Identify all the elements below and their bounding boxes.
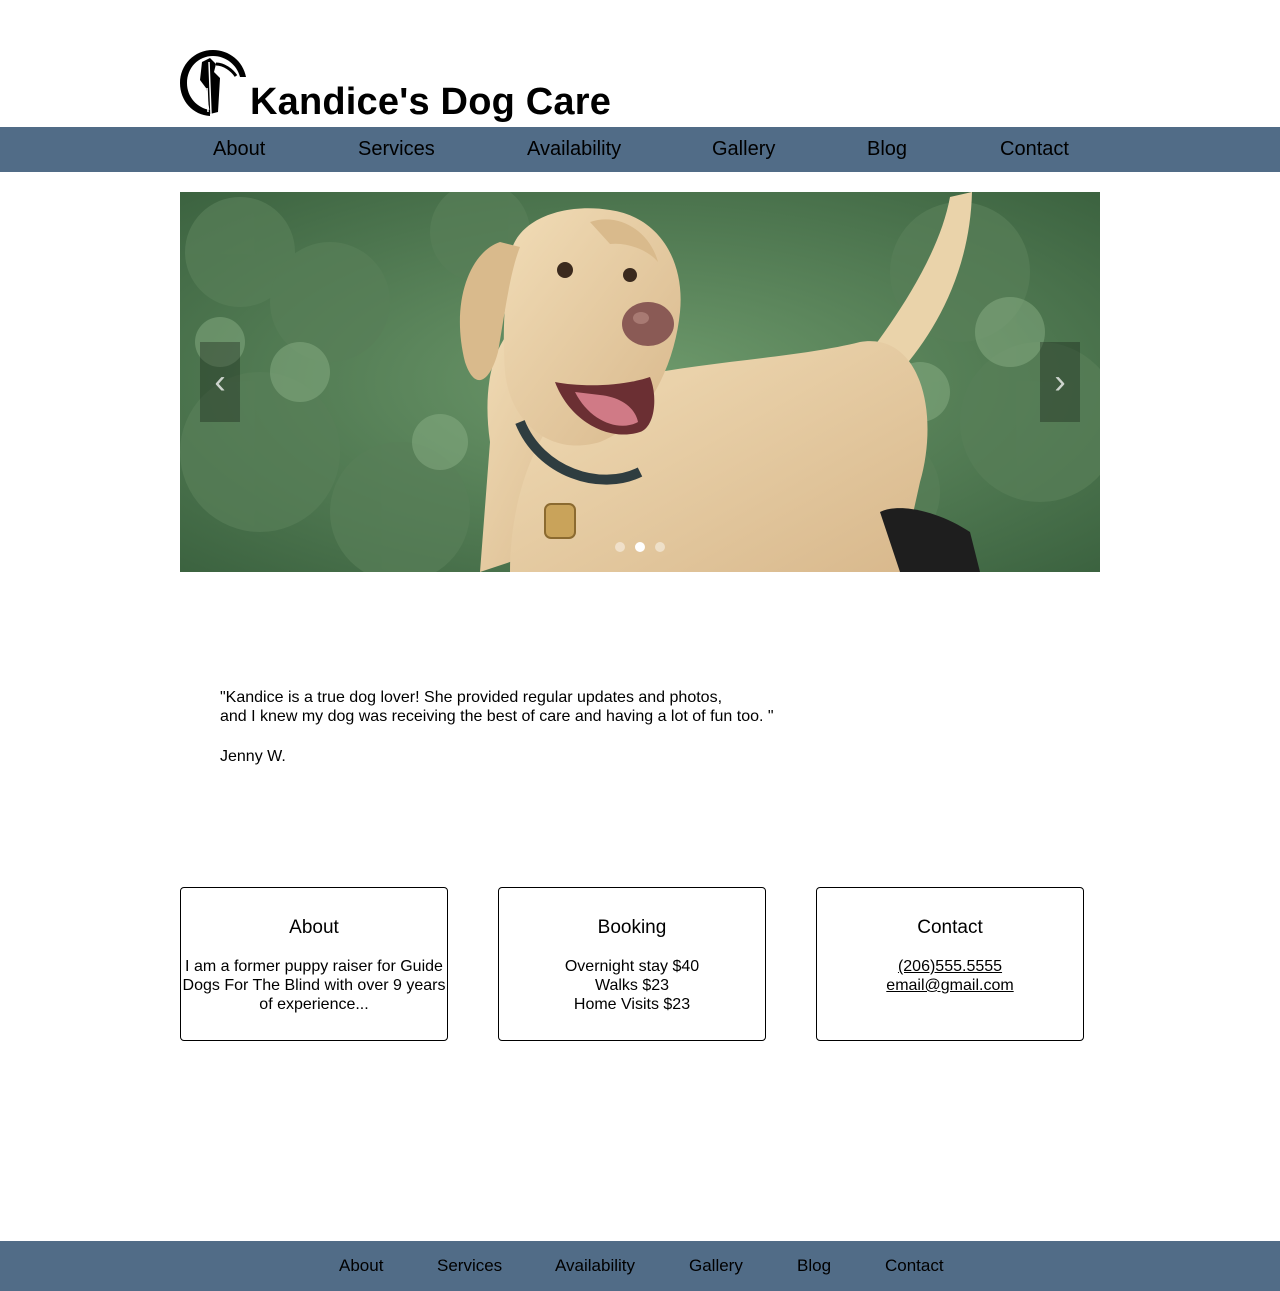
booking-price-overnight: Overnight stay $40 [564,958,700,975]
dog-silhouette-icon[interactable] [180,48,246,118]
footer-nav-gallery[interactable]: Gallery [689,1241,743,1291]
nav-about[interactable]: About [213,127,265,172]
nav-blog[interactable]: Blog [867,127,907,172]
contact-card: Contact (206)555.5555 email@gmail.com [816,887,1084,1041]
footer-nav: About Services Availability Gallery Blog… [0,1241,1280,1291]
testimonial-author: Jenny W. [220,748,286,765]
slider-dots [615,542,665,552]
contact-card-title: Contact [917,917,983,938]
slider-dot-1[interactable] [615,542,625,552]
booking-price-home-visits: Home Visits $23 [573,996,691,1013]
site-title: Kandice's Dog Care [250,81,612,123]
site-header: Kandice's Dog Care [0,0,1280,127]
footer-nav-contact[interactable]: Contact [885,1241,944,1291]
about-card: About I am a former puppy raiser for Gui… [180,887,448,1041]
about-card-text: I am a former puppy raiser for Guide Dog… [182,958,446,1013]
slider-dot-2[interactable] [635,542,645,552]
testimonial-line: "Kandice is a true dog lover! She provid… [220,689,723,706]
booking-price-walks: Walks $23 [594,977,670,994]
booking-card-title: Booking [597,917,667,938]
booking-card-body: Overnight stay $40 Walks $23 Home Visits… [499,957,765,1014]
dog-photo [180,192,1100,572]
footer-nav-services[interactable]: Services [437,1241,502,1291]
chevron-left-icon: ‹ [214,363,226,401]
nav-contact[interactable]: Contact [1000,127,1069,172]
slider-prev-button[interactable]: ‹ [200,342,240,422]
testimonial-line: and I knew my dog was receiving the best… [220,708,774,725]
testimonial-quote: "Kandice is a true dog lover! She provid… [220,688,920,726]
contact-phone-link[interactable]: (206)555.5555 [817,957,1083,976]
chevron-right-icon: › [1054,363,1066,401]
main-nav: About Services Availability Gallery Blog… [0,127,1280,172]
about-card-title: About [289,917,339,938]
nav-availability[interactable]: Availability [527,127,621,172]
image-slider[interactable]: ‹ › [180,192,1100,572]
footer-nav-about[interactable]: About [339,1241,383,1291]
contact-email-link[interactable]: email@gmail.com [817,976,1083,995]
footer-nav-blog[interactable]: Blog [797,1241,831,1291]
slider-dot-3[interactable] [655,542,665,552]
nav-gallery[interactable]: Gallery [712,127,775,172]
nav-services[interactable]: Services [358,127,435,172]
contact-card-body: (206)555.5555 email@gmail.com [817,957,1083,995]
slider-next-button[interactable]: › [1040,342,1080,422]
booking-card: Booking Overnight stay $40 Walks $23 Hom… [498,887,766,1041]
footer-nav-availability[interactable]: Availability [555,1241,635,1291]
